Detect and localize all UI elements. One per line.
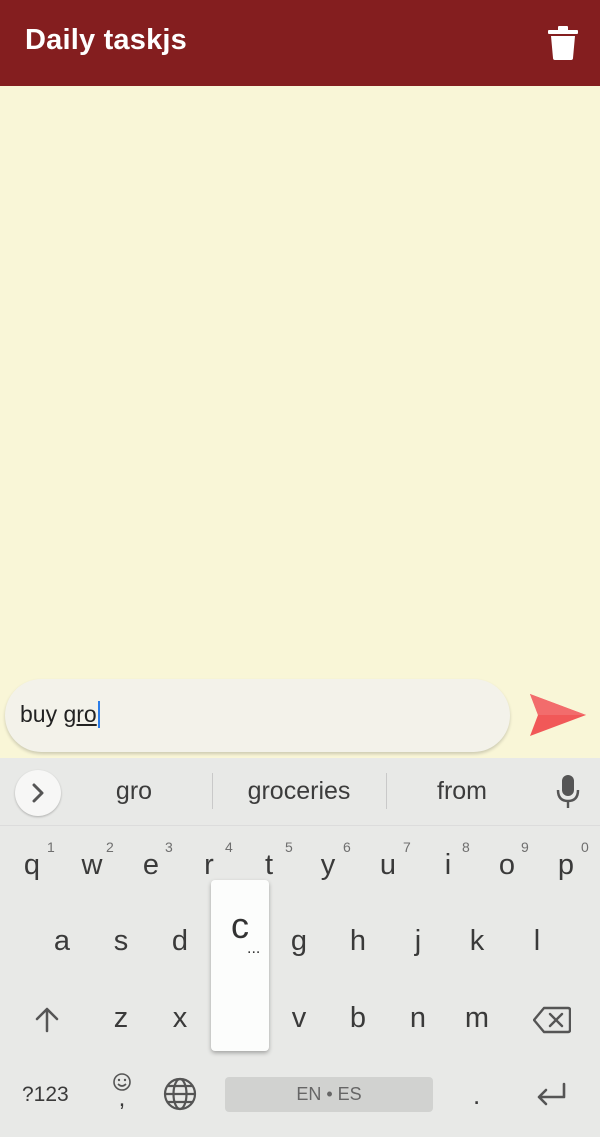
page-title: Daily taskjs [25, 24, 187, 56]
key-hint-4: 4 [225, 839, 233, 855]
text-caret [97, 701, 100, 728]
shift-icon [35, 1007, 59, 1033]
period-key[interactable]: . [473, 1080, 480, 1111]
key-hint-5: 5 [285, 839, 293, 855]
expand-button[interactable] [15, 770, 61, 816]
suggestion-3[interactable]: from [412, 777, 512, 806]
key-b[interactable]: b [330, 988, 386, 1048]
language-key[interactable] [163, 1077, 197, 1116]
divider [0, 825, 600, 826]
input-text: buy [20, 701, 64, 727]
suggestion-divider [212, 773, 213, 809]
more-characters-indicator: ... [247, 940, 261, 957]
suggestion-bar: gro groceries from [0, 758, 600, 825]
trash-icon[interactable] [548, 26, 578, 60]
shift-key[interactable] [33, 1006, 61, 1039]
key-z[interactable]: z [93, 988, 149, 1048]
microphone-icon[interactable] [556, 775, 580, 809]
key-a[interactable]: a [34, 911, 90, 971]
backspace-icon [532, 1006, 572, 1034]
space-key[interactable]: EN • ES [225, 1077, 433, 1112]
key-x[interactable]: x [152, 988, 208, 1048]
key-v[interactable]: v [271, 988, 327, 1048]
key-g[interactable]: g [271, 911, 327, 971]
app-bar: Daily taskjs [0, 0, 600, 86]
key-hint-6: 6 [343, 839, 351, 855]
key-d[interactable]: d [152, 911, 208, 971]
key-k[interactable]: k [449, 911, 505, 971]
emoji-comma-key[interactable]: , [111, 1072, 133, 1112]
suggestion-divider [386, 773, 387, 809]
task-list [0, 86, 600, 758]
key-hint-0: 0 [581, 839, 589, 855]
key-h[interactable]: h [330, 911, 386, 971]
key-hint-1: 1 [47, 839, 55, 855]
suggestion-2[interactable]: groceries [230, 777, 368, 806]
key-preview-popup: c ... [211, 880, 269, 1051]
key-hint-8: 8 [462, 839, 470, 855]
backspace-key[interactable] [532, 1006, 572, 1039]
key-n[interactable]: n [390, 988, 446, 1048]
chevron-right-icon [32, 783, 44, 803]
key-hint-7: 7 [403, 839, 411, 855]
key-hint-9: 9 [521, 839, 529, 855]
task-input[interactable]: buy gro [5, 679, 510, 752]
globe-icon [163, 1077, 197, 1111]
key-s[interactable]: s [93, 911, 149, 971]
key-m[interactable]: m [449, 988, 505, 1048]
keyboard: gro groceries from q 1 w 2 e 3 r 4 t 5 y… [0, 758, 600, 1137]
key-hint-3: 3 [165, 839, 173, 855]
key-hint-2: 2 [106, 839, 114, 855]
comma-label: , [118, 1085, 126, 1112]
key-j[interactable]: j [390, 911, 446, 971]
key-l[interactable]: l [509, 911, 565, 971]
suggestion-1[interactable]: gro [84, 777, 184, 806]
composing-text: gro [63, 701, 97, 727]
send-icon[interactable] [530, 692, 586, 738]
enter-key[interactable] [535, 1081, 567, 1114]
symbols-key[interactable]: ?123 [22, 1083, 69, 1107]
enter-icon [537, 1082, 566, 1106]
